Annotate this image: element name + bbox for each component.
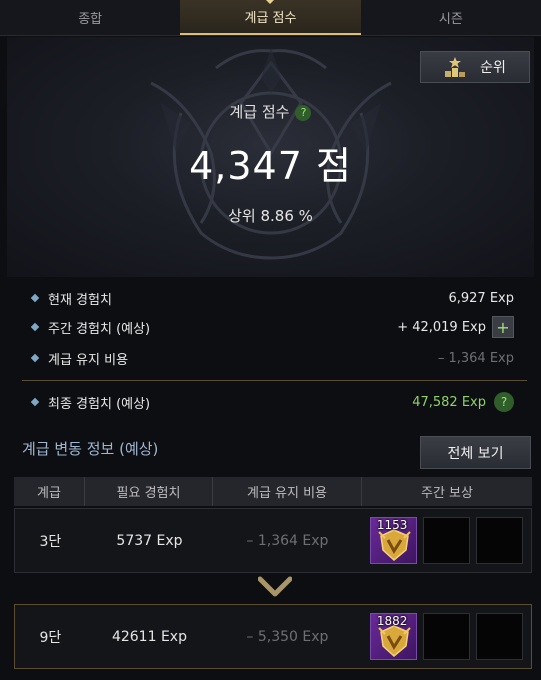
help-icon[interactable]: ? — [295, 105, 312, 121]
final-exp-value: 47,582 Exp — [412, 394, 486, 410]
final-exp-row: 최종 경험치 (예상) 47,582 Exp ? — [30, 390, 514, 414]
empty-reward-slot — [422, 613, 470, 660]
tab-bar: 종합 계급 점수 시즌 — [0, 0, 541, 36]
reward-quantity: 1882 — [376, 614, 408, 628]
header-upkeep-cost: 계급 유지 비용 — [213, 477, 362, 506]
tab-overview[interactable]: 종합 — [0, 0, 180, 35]
upkeep-cost-value: – 1,364 Exp — [437, 350, 514, 366]
header-tier: 계급 — [14, 477, 85, 506]
empty-reward-slot — [475, 517, 523, 564]
final-exp-label: 최종 경험치 (예상) — [48, 396, 151, 412]
chevron-down-icon — [258, 576, 292, 597]
weekly-exp-label: 주간 경험치 (예상) — [48, 321, 151, 337]
current-exp-row: 현재 경험치 6,927 Exp — [30, 286, 514, 310]
rank-score-value: 4,347 점 — [189, 144, 352, 188]
empty-reward-slot — [475, 613, 523, 660]
rank-change-info-title: 계급 변동 정보 (예상) — [22, 440, 159, 458]
ranking-button[interactable]: 순위 — [420, 51, 530, 83]
ranking-button-label: 순위 — [480, 60, 506, 76]
tab-rank-score[interactable]: 계급 점수 — [180, 0, 361, 35]
upkeep-cost-cell: – 5,350 Exp — [246, 628, 329, 645]
rank-score-panel: 순위 계급 점수? 4,347 점 상위 8.86 % — [7, 37, 534, 277]
upkeep-cost-row: 계급 유지 비용 – 1,364 Exp — [30, 346, 514, 370]
view-all-button[interactable]: 전체 보기 — [420, 436, 531, 469]
header-weekly-reward: 주간 보상 — [421, 486, 473, 501]
empty-reward-slot — [422, 517, 470, 564]
tab-season[interactable]: 시즌 — [361, 0, 541, 35]
table-row: 9단 42611 Exp – 5,350 Exp 1882 — [14, 604, 532, 669]
reward-item[interactable]: 1882 — [369, 613, 417, 660]
reward-quantity: 1153 — [376, 518, 408, 532]
rank-percentile: 상위 8.86 % — [228, 207, 313, 225]
exp-divider — [22, 380, 527, 381]
rank-score-title: 계급 점수? — [7, 101, 534, 122]
bullet-icon — [30, 293, 40, 303]
upkeep-cost-label: 계급 유지 비용 — [48, 352, 129, 368]
weekly-exp-value: + 42,019 Exp — [397, 319, 486, 335]
table-row: 3단 5737 Exp – 1,364 Exp 1153 — [14, 508, 532, 573]
weekly-reward-cell: 1882 — [362, 605, 531, 668]
weekly-reward-cell: 1153 — [362, 509, 531, 572]
current-exp-label: 현재 경험치 — [48, 292, 112, 308]
weekly-exp-plus-button[interactable]: + — [492, 316, 514, 338]
bullet-icon — [30, 322, 40, 332]
rank-score-title-text: 계급 점수 — [229, 103, 290, 121]
current-exp-value: 6,927 Exp — [448, 290, 514, 306]
reward-item[interactable]: 1153 — [369, 517, 417, 564]
tier-cell: 3단 — [39, 533, 62, 550]
weekly-exp-row: 주간 경험치 (예상) + 42,019 Exp + — [30, 315, 514, 339]
final-exp-help-icon[interactable]: ? — [494, 392, 514, 412]
required-exp-cell: 42611 Exp — [111, 628, 187, 645]
bullet-icon — [30, 353, 40, 363]
bullet-icon — [30, 397, 40, 407]
rank-table-header: 계급 필요 경험치 계급 유지 비용 주간 보상 — [14, 477, 532, 506]
upkeep-cost-cell: – 1,364 Exp — [246, 532, 329, 549]
podium-star-icon — [445, 57, 466, 77]
tier-cell: 9단 — [39, 629, 62, 646]
required-exp-cell: 5737 Exp — [116, 532, 183, 549]
header-required-exp: 필요 경험치 — [85, 477, 213, 506]
